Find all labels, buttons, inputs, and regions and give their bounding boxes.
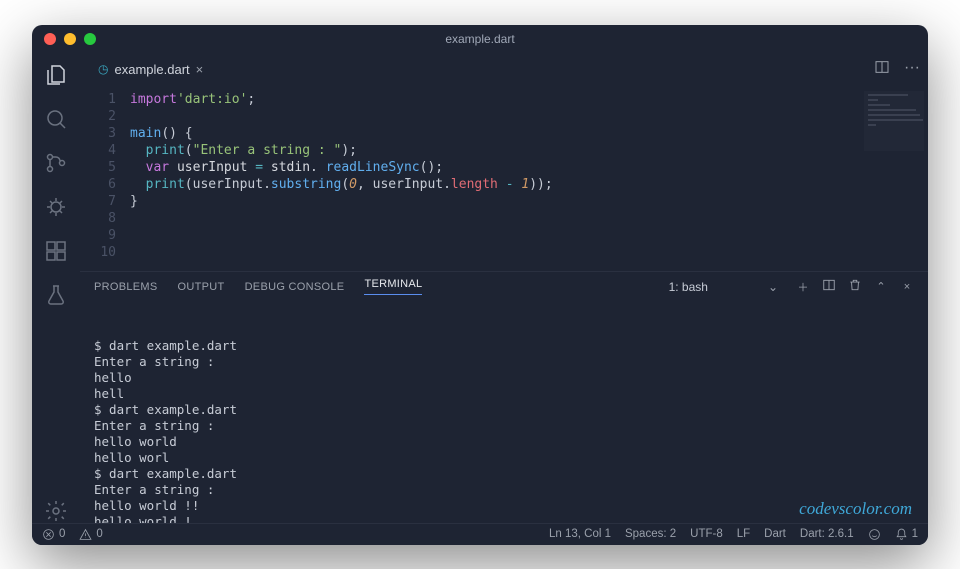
window-controls [44,33,96,45]
line-number-gutter: 12345678910 [80,91,130,261]
editor-tabbar: ◷ example.dart × ··· [80,53,928,87]
terminal-selector[interactable]: 1: bash ⌄ [663,278,784,296]
terminal-output[interactable]: $ dart example.dartEnter a string :hello… [80,302,928,523]
extensions-icon[interactable] [44,239,68,263]
close-window-button[interactable] [44,33,56,45]
tab-debug-console[interactable]: DEBUG CONSOLE [245,281,345,293]
tab-filename: example.dart [114,62,189,77]
settings-icon[interactable] [44,499,68,523]
watermark: codevscolor.com [799,501,912,517]
tab-actions: ··· [874,59,920,80]
dart-file-icon: ◷ [98,62,108,76]
titlebar: example.dart [32,25,928,53]
status-notifications[interactable]: 1 [895,528,918,541]
close-tab-icon[interactable]: × [196,62,204,77]
files-icon[interactable] [44,63,68,87]
status-warnings[interactable]: 0 [79,528,102,541]
status-spaces[interactable]: Spaces: 2 [625,528,676,540]
editor-window: example.dart [32,25,928,545]
tab-output[interactable]: OUTPUT [178,281,225,293]
workspace: ◷ example.dart × ··· 12345678910 import'… [32,53,928,523]
search-icon[interactable] [44,107,68,131]
activity-bar [32,53,80,523]
split-editor-icon[interactable] [874,59,890,80]
test-icon[interactable] [44,283,68,307]
minimize-window-button[interactable] [64,33,76,45]
status-bar: 0 0 Ln 13, Col 1 Spaces: 2 UTF-8 LF Dart… [32,523,928,545]
status-dart-version[interactable]: Dart: 2.6.1 [800,528,854,540]
zoom-window-button[interactable] [84,33,96,45]
status-eol[interactable]: LF [737,528,750,540]
terminal-selector-label: 1: bash [669,280,708,294]
tab-terminal[interactable]: TERMINAL [364,278,422,295]
main-area: ◷ example.dart × ··· 12345678910 import'… [80,53,928,523]
chevron-down-icon: ⌄ [768,280,778,294]
more-actions-icon[interactable]: ··· [904,59,920,80]
panel-actions: 1: bash ⌄ ＋ ⌃ × [663,278,914,296]
new-terminal-icon[interactable]: ＋ [796,279,810,295]
panel-tabs: PROBLEMS OUTPUT DEBUG CONSOLE TERMINAL 1… [80,272,928,302]
status-encoding[interactable]: UTF-8 [690,528,723,540]
code-content[interactable]: import'dart:io'; main() { print("Enter a… [130,91,928,261]
maximize-panel-icon[interactable]: ⌃ [874,280,888,293]
split-terminal-icon[interactable] [822,278,836,295]
git-icon[interactable] [44,151,68,175]
window-title: example.dart [32,32,928,46]
status-feedback-icon[interactable] [868,528,881,541]
bottom-panel: PROBLEMS OUTPUT DEBUG CONSOLE TERMINAL 1… [80,271,928,523]
close-panel-icon[interactable]: × [900,281,914,293]
kill-terminal-icon[interactable] [848,278,862,295]
debug-icon[interactable] [44,195,68,219]
status-cursor[interactable]: Ln 13, Col 1 [549,528,611,540]
code-editor[interactable]: 12345678910 import'dart:io'; main() { pr… [80,87,928,271]
status-errors[interactable]: 0 [42,528,65,541]
tab-problems[interactable]: PROBLEMS [94,281,158,293]
tab-example-dart[interactable]: ◷ example.dart × [88,56,213,84]
status-language[interactable]: Dart [764,528,786,540]
